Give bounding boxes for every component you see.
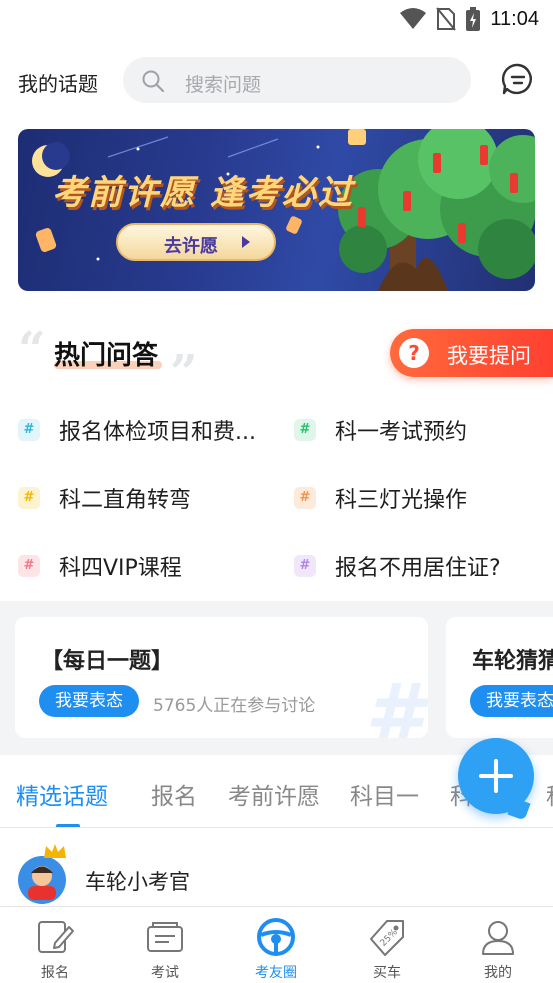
hashtag-icon: # (18, 555, 40, 577)
card-title: 【每日一题】 (41, 649, 174, 674)
vote-button[interactable]: 我要表态 (39, 685, 139, 717)
search-icon (142, 70, 165, 93)
nav-exam[interactable]: 考试 (110, 907, 220, 983)
crown-icon (44, 844, 66, 858)
edit-form-icon (38, 921, 74, 953)
steering-wheel-icon (257, 918, 295, 956)
banner-title: 考前许愿 逢考必过 (52, 173, 354, 213)
ask-question-label: 我要提问 (447, 344, 531, 368)
status-bar: 11:04 (0, 0, 553, 40)
tab-registration[interactable]: 报名 (151, 777, 197, 811)
participant-count: 5765人正在参与讨论 (153, 696, 316, 716)
tab-featured[interactable]: 精选话题 (16, 777, 108, 811)
topic-label: 报名体检项目和费... (59, 420, 256, 445)
user-icon (482, 921, 514, 955)
nav-registration[interactable]: 报名 (0, 907, 110, 983)
status-time: 11:04 (490, 7, 539, 30)
battery-icon (466, 7, 481, 31)
avatar-illustration (28, 866, 56, 900)
hashtag-icon: # (294, 555, 316, 577)
svg-text:25%: 25% (379, 927, 401, 949)
exam-paper-icon (147, 922, 183, 952)
message-icon[interactable] (501, 62, 535, 96)
topic-label: 科四VIP课程 (59, 556, 182, 581)
daily-question-card[interactable]: # 【每日一题】 我要表态 5765人正在参与讨论 (15, 617, 428, 738)
nav-label: 买车 (373, 965, 401, 981)
make-wish-label: 去许愿 (164, 236, 218, 257)
active-tab-indicator (56, 824, 80, 827)
topic-item[interactable]: # 科一考试预约 (294, 410, 467, 450)
wish-banner[interactable]: 考前许愿 逢考必过 去许愿 (18, 129, 535, 291)
topic-item[interactable]: # 科三灯光操作 (294, 478, 467, 518)
section-title: 热门问答 (54, 341, 159, 371)
topic-item[interactable]: # 报名体检项目和费... (18, 410, 256, 450)
bottom-navigation: 报名 考试 考友圈 25% 买车 我的 (0, 906, 553, 983)
topic-label: 科三灯光操作 (335, 488, 468, 513)
topic-label: 科二直角转弯 (59, 488, 192, 513)
hashtag-icon: # (18, 419, 40, 441)
wifi-icon (400, 8, 427, 29)
nav-label: 考友圈 (255, 965, 297, 981)
post-header[interactable]: 车轮小考官 (0, 838, 553, 906)
no-sim-icon (436, 7, 457, 31)
question-icon: ? (399, 338, 429, 368)
plus-icon-vertical (494, 759, 498, 793)
create-post-button[interactable] (458, 738, 534, 821)
hashtag-watermark-icon: # (364, 667, 422, 738)
play-arrow-icon (242, 236, 250, 248)
topic-item[interactable]: # 科四VIP课程 (18, 546, 182, 586)
nav-profile[interactable]: 我的 (443, 907, 553, 983)
make-wish-button[interactable]: 去许愿 (116, 223, 276, 261)
search-bar[interactable]: 搜索问题 (123, 57, 471, 103)
topic-item[interactable]: # 科二直角转弯 (18, 478, 191, 518)
avatar[interactable] (18, 856, 66, 904)
tab-exam-wish[interactable]: 考前许愿 (228, 777, 320, 811)
page-title[interactable]: 我的话题 (18, 68, 98, 97)
vote-button[interactable]: 我要表态 (470, 685, 553, 717)
tab-more[interactable]: 科 (546, 777, 553, 811)
discount-tag-icon: 25% (370, 920, 404, 956)
ask-question-button[interactable]: ? 我要提问 (390, 329, 553, 377)
nav-label: 报名 (41, 965, 69, 981)
topic-label: 报名不用居住证? (335, 556, 501, 581)
card-title: 车轮猜猜 (472, 649, 553, 674)
open-quote-icon: “ (18, 322, 46, 378)
post-author[interactable]: 车轮小考官 (85, 866, 190, 896)
guess-card[interactable]: 车轮猜猜 我要表态 (446, 617, 553, 738)
hashtag-icon: # (18, 487, 40, 509)
nav-label: 我的 (484, 965, 512, 981)
search-placeholder: 搜索问题 (185, 74, 262, 96)
nav-buy-car[interactable]: 25% 买车 (332, 907, 442, 983)
hashtag-icon: # (294, 419, 316, 441)
header: 我的话题 搜索问题 (0, 54, 553, 106)
topic-label: 科一考试预约 (335, 420, 468, 445)
nav-label: 考试 (151, 965, 179, 981)
hashtag-icon: # (294, 487, 316, 509)
topic-item[interactable]: # 报名不用居住证? (294, 546, 501, 586)
close-quote-icon: ” (170, 345, 198, 401)
nav-exam-circle[interactable]: 考友圈 (221, 907, 331, 983)
tab-subject-one[interactable]: 科目一 (350, 777, 419, 811)
